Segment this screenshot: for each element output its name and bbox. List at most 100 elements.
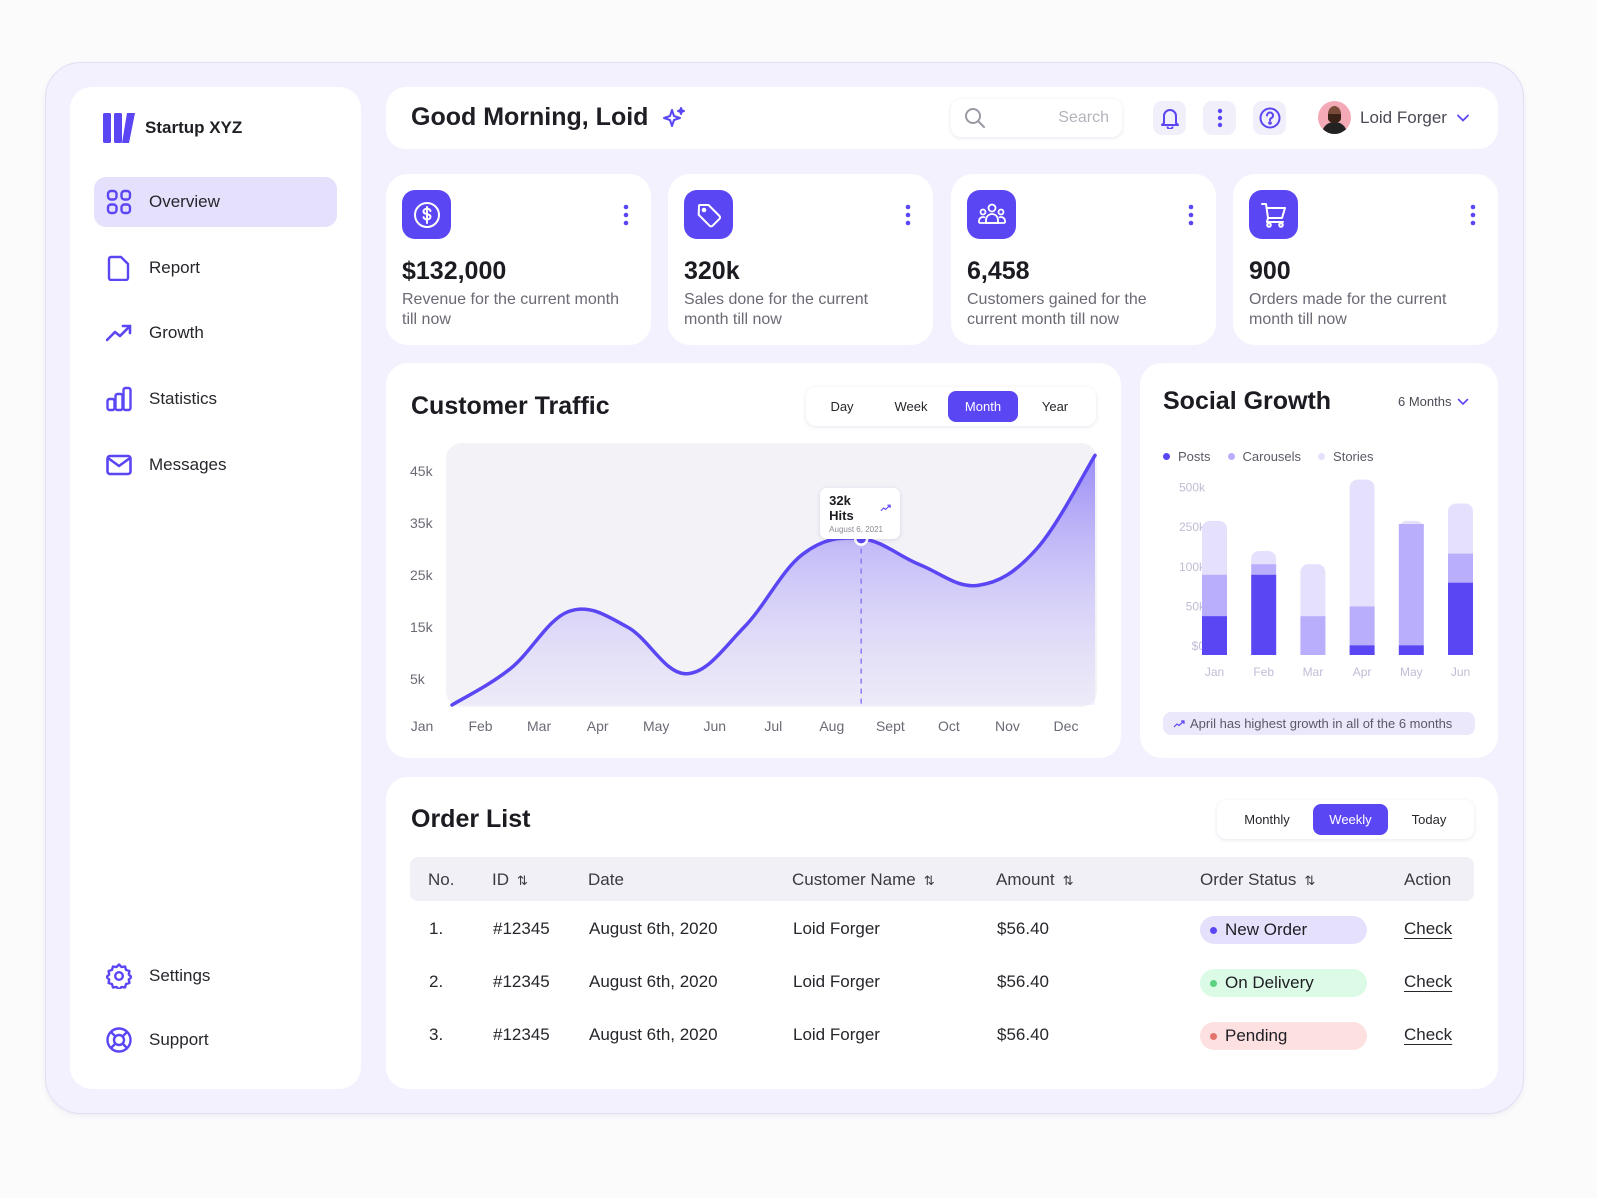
stat-card-orders: 900 Orders made for the current month ti… bbox=[1233, 174, 1498, 345]
y-tick-label: 25k bbox=[410, 567, 434, 583]
sidebar-item-label: Statistics bbox=[149, 389, 218, 408]
bar-jun-stories[interactable] bbox=[1448, 503, 1473, 554]
col-status[interactable]: Order Status ⇅ bbox=[1200, 870, 1315, 890]
search-input[interactable] bbox=[1019, 109, 1109, 127]
user-menu[interactable]: Loid Forger bbox=[1318, 101, 1470, 134]
x-tick-label: Mar bbox=[527, 718, 551, 734]
notifications-button[interactable] bbox=[1153, 101, 1186, 135]
more-options-button[interactable] bbox=[1203, 101, 1236, 135]
cell-date: August 6th, 2020 bbox=[589, 1025, 718, 1044]
col-id[interactable]: ID ⇅ bbox=[492, 870, 528, 890]
document-icon bbox=[107, 255, 130, 281]
bar-mar-carousels[interactable] bbox=[1300, 616, 1326, 655]
stat-icon-box bbox=[684, 190, 733, 239]
help-button[interactable] bbox=[1253, 101, 1286, 135]
sort-icon: ⇅ bbox=[1062, 873, 1074, 888]
sidebar-item-statistics[interactable]: Statistics bbox=[94, 374, 337, 424]
traffic-chart: 5k 15k 25k 35k 45k Jan Feb Mar Apr May Jun Jul Aug Se… bbox=[410, 443, 1097, 734]
cell-no: 1. bbox=[429, 919, 444, 938]
bar-jan-stories[interactable] bbox=[1202, 520, 1227, 575]
brand-name: Startup XYZ bbox=[145, 117, 243, 137]
x-tick-label: May bbox=[643, 718, 669, 734]
trending-up-icon bbox=[106, 324, 132, 342]
check-link[interactable]: Check bbox=[1404, 972, 1452, 992]
greeting: Good Morning, Loid bbox=[411, 103, 686, 132]
tag-icon bbox=[697, 203, 721, 227]
customer-traffic-card: Customer Traffic Day Week Month Year 5k 1… bbox=[386, 363, 1121, 758]
more-vertical-icon[interactable] bbox=[905, 204, 911, 226]
bar-jan-posts[interactable] bbox=[1202, 616, 1227, 655]
sidebar-item-overview[interactable]: Overview bbox=[94, 177, 337, 227]
cell-id: #12345 bbox=[493, 972, 550, 991]
bar-feb-posts[interactable] bbox=[1251, 574, 1277, 655]
y-tick-label: 45k bbox=[410, 463, 434, 479]
sidebar-item-settings[interactable]: Settings bbox=[94, 951, 337, 1001]
bar-may-posts[interactable] bbox=[1398, 645, 1424, 655]
bar-feb-stories[interactable] bbox=[1251, 550, 1277, 565]
filter-weekly[interactable]: Weekly bbox=[1313, 804, 1388, 835]
col-amount[interactable]: Amount ⇅ bbox=[996, 870, 1074, 890]
x-tick-label: Dec bbox=[1054, 718, 1079, 734]
sort-icon: ⇅ bbox=[517, 873, 528, 888]
sidebar-item-messages[interactable]: Messages bbox=[94, 440, 337, 490]
more-vertical-icon[interactable] bbox=[1470, 204, 1476, 226]
col-date: Date bbox=[588, 870, 624, 889]
more-vertical-icon[interactable] bbox=[1188, 204, 1194, 226]
bar-jun-posts[interactable] bbox=[1448, 582, 1473, 655]
stat-card-revenue: $132,000 Revenue for the current month t… bbox=[386, 174, 651, 345]
cell-customer: Loid Forger bbox=[793, 1025, 880, 1044]
y-tick-label: 100k bbox=[1179, 560, 1206, 574]
stat-value: 900 bbox=[1249, 257, 1291, 285]
filter-today[interactable]: Today bbox=[1388, 804, 1470, 835]
cell-date: August 6th, 2020 bbox=[589, 919, 718, 938]
greeting-text: Good Morning, Loid bbox=[411, 103, 649, 131]
bar-jan-carousels[interactable] bbox=[1202, 574, 1227, 617]
more-vertical-icon bbox=[1217, 108, 1222, 128]
stat-value: 320k bbox=[684, 257, 740, 285]
col-no: No. bbox=[428, 870, 455, 889]
status-label: On Delivery bbox=[1225, 973, 1314, 992]
dollar-icon bbox=[413, 201, 440, 228]
bar-apr-posts[interactable] bbox=[1349, 645, 1375, 655]
avatar bbox=[1318, 101, 1351, 134]
cell-no: 2. bbox=[429, 972, 444, 991]
bar-apr-stories[interactable] bbox=[1349, 479, 1375, 607]
cell-date: August 6th, 2020 bbox=[589, 972, 718, 991]
bar-mar-stories[interactable] bbox=[1300, 564, 1326, 617]
x-tick-label: Feb bbox=[1253, 665, 1274, 679]
bar-may-carousels[interactable] bbox=[1398, 524, 1424, 646]
bar-jun-carousels[interactable] bbox=[1448, 553, 1473, 583]
x-tick-label: Aug bbox=[819, 718, 844, 734]
cell-amount: $56.40 bbox=[997, 972, 1049, 991]
cart-icon bbox=[1260, 202, 1286, 228]
search-icon bbox=[965, 108, 985, 128]
sidebar-item-report[interactable]: Report bbox=[94, 243, 337, 293]
x-tick-label: May bbox=[1400, 665, 1423, 679]
sidebar-item-support[interactable]: Support bbox=[94, 1015, 337, 1065]
y-tick-label: 5k bbox=[410, 671, 426, 687]
stat-value: 6,458 bbox=[967, 257, 1030, 285]
cell-no: 3. bbox=[429, 1025, 444, 1044]
cell-amount: $56.40 bbox=[997, 1025, 1049, 1044]
check-link[interactable]: Check bbox=[1404, 919, 1452, 939]
col-customer[interactable]: Customer Name ⇅ bbox=[792, 870, 935, 890]
stat-value: $132,000 bbox=[402, 257, 507, 285]
bar-feb-carousels[interactable] bbox=[1251, 564, 1277, 575]
bar-apr-carousels[interactable] bbox=[1349, 606, 1375, 646]
x-tick-label: Apr bbox=[1353, 665, 1372, 679]
brand-logo[interactable]: Startup XYZ bbox=[102, 111, 242, 144]
users-icon bbox=[977, 203, 1006, 224]
col-label: Order Status bbox=[1200, 870, 1297, 889]
check-link[interactable]: Check bbox=[1404, 1025, 1452, 1045]
search-box[interactable] bbox=[951, 99, 1122, 137]
x-tick-label: Feb bbox=[468, 718, 492, 734]
x-tick-label: Jun bbox=[703, 718, 726, 734]
sidebar-item-growth[interactable]: Growth bbox=[94, 308, 337, 358]
stat-description: Sales done for the current month till no… bbox=[684, 291, 869, 328]
status-dot bbox=[1210, 1032, 1217, 1040]
gear-icon bbox=[106, 963, 132, 989]
sidebar: Startup XYZ Overview Report Growth Stati… bbox=[70, 87, 361, 1089]
stat-description: Revenue for the current month till now bbox=[402, 291, 620, 328]
more-vertical-icon[interactable] bbox=[623, 204, 629, 226]
filter-monthly[interactable]: Monthly bbox=[1221, 804, 1313, 835]
